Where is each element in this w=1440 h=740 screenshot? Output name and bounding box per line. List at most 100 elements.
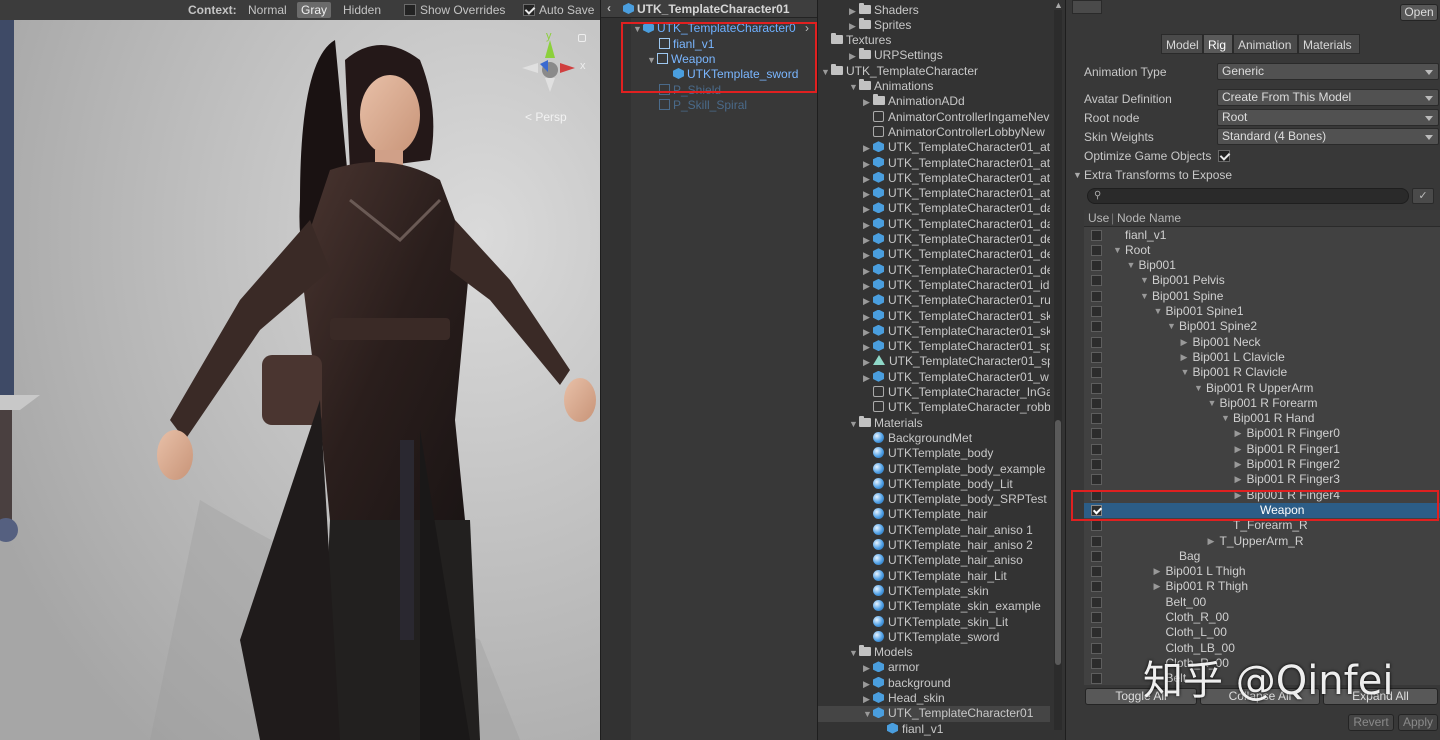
use-checkbox[interactable]: [1091, 336, 1102, 348]
lock-icon[interactable]: [578, 34, 586, 42]
transform-row[interactable]: ▼ Bip001 R Hand: [1084, 411, 1440, 426]
project-item[interactable]: UTKTemplate_body: [818, 446, 1050, 461]
use-checkbox[interactable]: [1091, 382, 1102, 394]
collapse-arrow-icon[interactable]: ▶: [863, 294, 873, 308]
use-checkbox[interactable]: [1091, 459, 1102, 470]
transform-row[interactable]: ▼ Bip001 Spine2: [1084, 319, 1440, 334]
use-checkbox[interactable]: [1091, 367, 1102, 379]
foldout-arrow-icon[interactable]: ▼: [1073, 170, 1082, 180]
project-item[interactable]: UTKTemplate_hair: [818, 507, 1050, 522]
check-all-icon[interactable]: ✓: [1412, 188, 1434, 204]
expand-arrow-icon[interactable]: ▼: [1127, 258, 1136, 273]
project-item[interactable]: ▶ UTK_TemplateCharacter01_sk: [818, 324, 1050, 339]
collapse-arrow-icon[interactable]: ▶: [863, 202, 873, 216]
project-item[interactable]: ▶ UTK_TemplateCharacter01_de: [818, 263, 1050, 278]
collapse-arrow-icon[interactable]: ▶: [863, 677, 873, 691]
avatar-definition-dropdown[interactable]: Create From This Model: [1217, 89, 1439, 106]
project-item[interactable]: ▼ UTK_TemplateCharacter: [818, 63, 1050, 79]
project-item[interactable]: ▶ URPSettings: [818, 48, 1050, 63]
context-normal[interactable]: Normal: [248, 3, 287, 17]
expand-arrow-icon[interactable]: ▼: [1113, 243, 1122, 258]
expand-arrow-icon[interactable]: ▼: [849, 646, 859, 660]
transform-row[interactable]: ▶ Bip001 R Finger3: [1084, 472, 1440, 487]
collapse-arrow-icon[interactable]: ▶: [1235, 472, 1242, 487]
use-checkbox[interactable]: [1091, 550, 1102, 562]
expand-arrow-icon[interactable]: ▼: [1194, 381, 1203, 396]
use-checkbox[interactable]: [1091, 397, 1102, 409]
project-item[interactable]: ▶ Shaders: [818, 2, 1050, 18]
open-button[interactable]: Open: [1400, 4, 1438, 21]
expand-arrow-icon[interactable]: ▼: [849, 417, 859, 431]
project-item[interactable]: UTKTemplate_body_Lit: [818, 477, 1050, 492]
transform-row[interactable]: ▼ Root: [1084, 243, 1440, 258]
transform-row[interactable]: Cloth_R_00: [1084, 610, 1440, 625]
collapse-arrow-icon[interactable]: ▶: [863, 218, 873, 232]
transform-row[interactable]: ▶ Bip001 L Clavicle: [1084, 350, 1440, 365]
show-overrides-toggle[interactable]: Show Overrides: [404, 3, 505, 17]
use-checkbox[interactable]: [1091, 566, 1102, 578]
collapse-arrow-icon[interactable]: ▶: [863, 233, 873, 247]
prefab-root[interactable]: UTK_TemplateCharacter01: [623, 2, 790, 16]
project-item[interactable]: ▶ UTK_TemplateCharacter01_sp: [818, 339, 1050, 354]
project-item[interactable]: ▶ UTK_TemplateCharacter01_de: [818, 232, 1050, 247]
use-checkbox[interactable]: [1091, 474, 1102, 486]
context-hidden[interactable]: Hidden: [343, 3, 381, 17]
project-item[interactable]: ▶ Head_skin: [818, 691, 1050, 706]
project-item[interactable]: UTKTemplate_skin: [818, 584, 1050, 599]
collapse-arrow-icon[interactable]: ▶: [863, 340, 873, 354]
use-checkbox[interactable]: [1091, 581, 1102, 593]
project-item[interactable]: BackgroundMet: [818, 431, 1050, 446]
use-checkbox[interactable]: [1091, 596, 1102, 608]
expand-arrow-icon[interactable]: ▼: [1154, 304, 1163, 319]
tab-materials[interactable]: Materials: [1298, 34, 1360, 54]
transform-row[interactable]: ▶ T_UpperArm_R: [1084, 534, 1440, 549]
transform-row[interactable]: ▶ Bip001 R Finger0: [1084, 426, 1440, 441]
scene-view[interactable]: y x < Persp Context: Normal Gray Hidden …: [0, 0, 600, 740]
project-item[interactable]: ▶ background: [818, 676, 1050, 691]
project-item[interactable]: UTKTemplate_skin_example: [818, 599, 1050, 614]
project-item[interactable]: AnimatorControllerLobbyNew: [818, 125, 1050, 140]
project-item[interactable]: ▶ UTK_TemplateCharacter01_w: [818, 370, 1050, 385]
project-item[interactable]: UTKTemplate_hair_aniso: [818, 553, 1050, 568]
tab-animation[interactable]: Animation: [1233, 34, 1298, 54]
back-arrow-icon[interactable]: ‹: [607, 1, 611, 15]
scroll-up-icon[interactable]: ▲: [1054, 0, 1063, 10]
expand-arrow-icon[interactable]: ▼: [849, 80, 859, 94]
expand-arrow-icon[interactable]: ▼: [1167, 319, 1176, 334]
collapse-arrow-icon[interactable]: ▶: [863, 692, 873, 706]
project-item[interactable]: ▶ UTK_TemplateCharacter01_sk: [818, 309, 1050, 324]
project-item[interactable]: UTKTemplate_body_example: [818, 462, 1050, 477]
project-item[interactable]: UTKTemplate_hair_aniso 1: [818, 523, 1050, 538]
collapse-arrow-icon[interactable]: ▶: [863, 141, 873, 155]
expand-arrow-icon[interactable]: ▼: [821, 65, 831, 79]
collapse-arrow-icon[interactable]: ▶: [1154, 579, 1161, 594]
project-item[interactable]: ▼ Models: [818, 645, 1050, 660]
project-item[interactable]: ▶ UTK_TemplateCharacter01_at: [818, 140, 1050, 155]
optimize-checkbox[interactable]: [1218, 150, 1230, 162]
project-item[interactable]: UTK_TemplateCharacter_robb: [818, 400, 1050, 415]
collapse-arrow-icon[interactable]: ▶: [1154, 564, 1161, 579]
project-item[interactable]: AnimatorControllerIngameNev: [818, 110, 1050, 125]
transform-row[interactable]: ▼ Bip001 R Clavicle: [1084, 365, 1440, 380]
transform-row[interactable]: ▼ Bip001 Pelvis: [1084, 273, 1440, 288]
transform-row[interactable]: ▶ Bip001 R Finger1: [1084, 442, 1440, 457]
collapse-arrow-icon[interactable]: ▶: [863, 187, 873, 201]
project-item[interactable]: ▶ UTK_TemplateCharacter01_at: [818, 171, 1050, 186]
context-gray[interactable]: Gray: [297, 2, 332, 18]
project-item[interactable]: ▶ UTK_TemplateCharacter01_da: [818, 201, 1050, 216]
tab-model[interactable]: Model: [1161, 34, 1203, 54]
transform-row[interactable]: Cloth_L_00: [1084, 625, 1440, 640]
project-item[interactable]: ▼ Animations: [818, 79, 1050, 94]
project-item[interactable]: UTKTemplate_sword: [818, 630, 1050, 645]
collapse-arrow-icon[interactable]: ▶: [1181, 335, 1188, 350]
project-item[interactable]: UTKTemplate_skin_Lit: [818, 615, 1050, 630]
transform-row[interactable]: ▶ Bip001 L Thigh: [1084, 564, 1440, 579]
project-item[interactable]: Textures: [818, 33, 1050, 48]
hierarchy-item[interactable]: P_Skill_Spiral: [659, 98, 747, 113]
apply-button[interactable]: Apply: [1398, 714, 1438, 731]
auto-save-checkbox[interactable]: [523, 4, 535, 16]
project-item[interactable]: ▶ UTK_TemplateCharacter01_ru: [818, 293, 1050, 308]
collapse-arrow-icon[interactable]: ▶: [1235, 442, 1242, 457]
expand-arrow-icon[interactable]: ▼: [1208, 396, 1217, 411]
project-item[interactable]: ▼ Materials: [818, 415, 1050, 431]
